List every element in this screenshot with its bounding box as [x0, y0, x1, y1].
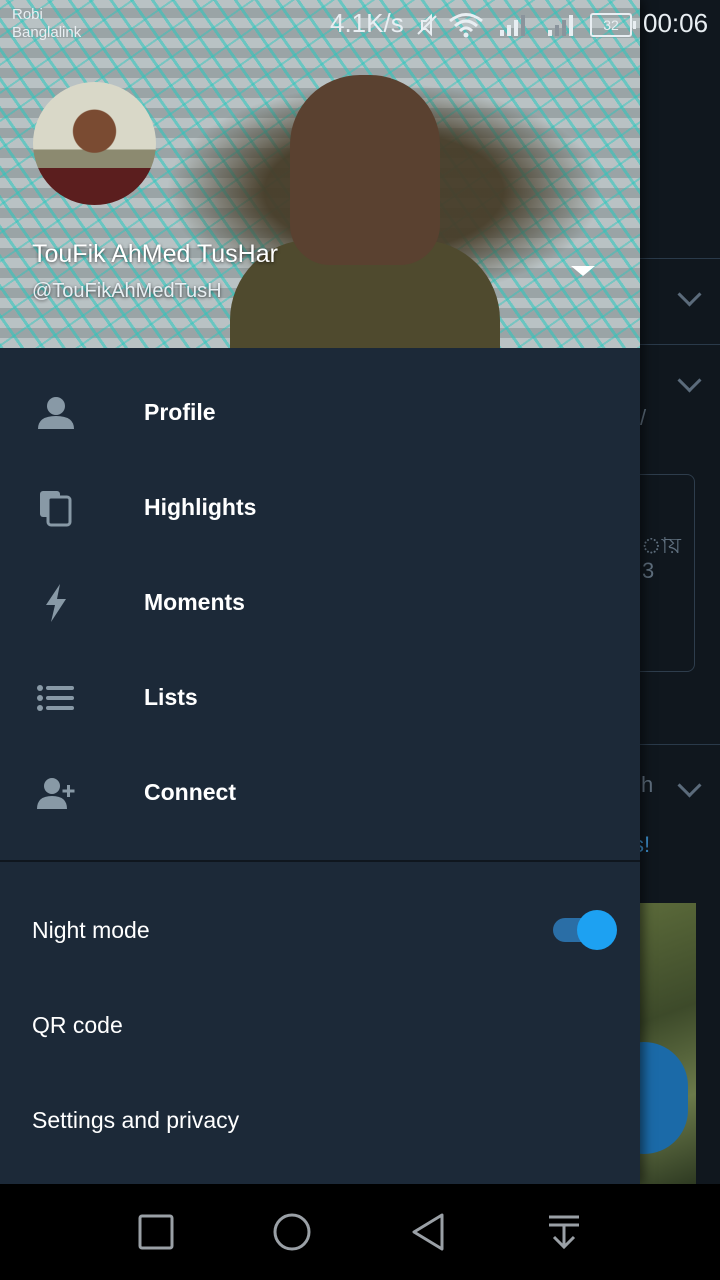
background-text: 3	[642, 558, 655, 583]
carrier-label: Robi Banglalink	[12, 6, 81, 42]
background-text: h	[641, 772, 654, 797]
chevron-down-icon	[677, 773, 702, 798]
menu-item-profile[interactable]: Profile	[0, 365, 640, 460]
settings-privacy-label: Settings and privacy	[32, 1107, 240, 1133]
navigation-drawer: TouFik AhMed TusHar @TouFikAhMedTusH Pro…	[0, 0, 640, 1184]
menu-item-label: Moments	[144, 589, 245, 615]
background-text: /	[640, 405, 647, 430]
header-photo	[290, 75, 440, 265]
menu-item-label: Lists	[144, 684, 198, 710]
notification-pull-icon[interactable]	[544, 1212, 584, 1252]
person-icon	[38, 397, 74, 429]
chevron-down-icon	[677, 368, 702, 393]
status-bar: Robi Banglalink 4.1K/s 32 00:06	[0, 0, 720, 48]
list-icon	[37, 685, 74, 711]
wifi-icon	[449, 13, 483, 38]
menu-item-lists[interactable]: Lists	[0, 650, 640, 745]
avatar[interactable]	[33, 82, 156, 205]
battery-indicator: 32	[590, 13, 636, 37]
night-mode-label: Night mode	[32, 917, 150, 943]
menu-item-highlights[interactable]: Highlights	[0, 460, 640, 555]
signal-icon	[500, 15, 525, 36]
network-speed: 4.1K/s	[330, 8, 404, 38]
recent-apps-icon[interactable]	[136, 1212, 176, 1252]
highlights-icon	[40, 491, 72, 527]
home-icon[interactable]	[272, 1212, 312, 1252]
menu-item-label: Connect	[144, 779, 236, 805]
menu-item-connect[interactable]: Connect	[0, 745, 640, 840]
settings-privacy-item[interactable]: Settings and privacy	[0, 1073, 640, 1168]
divider	[0, 860, 640, 862]
chevron-down-icon	[677, 282, 702, 307]
vibrate-mute-icon	[417, 13, 437, 37]
night-mode-item[interactable]: Night mode	[0, 883, 640, 978]
system-nav-bar	[0, 1184, 720, 1280]
toggle-knob	[577, 910, 617, 950]
account-name[interactable]: TouFik AhMed TusHar	[32, 240, 278, 269]
menu-item-label: Profile	[144, 399, 216, 425]
lightning-icon	[46, 584, 66, 622]
carrier-line: Banglalink	[12, 24, 82, 41]
clock: 00:06	[643, 8, 709, 38]
account-switcher-icon[interactable]	[571, 266, 595, 276]
profile-header: TouFik AhMed TusHar @TouFikAhMedTusH	[0, 0, 640, 348]
menu-item-moments[interactable]: Moments	[0, 555, 640, 650]
account-handle[interactable]: @TouFikAhMedTusH	[32, 280, 222, 303]
background-row	[640, 258, 720, 345]
background-toolbar	[640, 48, 720, 259]
menu-item-label: Highlights	[144, 494, 257, 520]
signal-icon-2	[548, 15, 573, 36]
carrier-line: Robi	[12, 6, 43, 23]
night-mode-toggle[interactable]	[553, 910, 617, 950]
back-icon[interactable]	[408, 1212, 448, 1252]
qr-code-label: QR code	[32, 1012, 123, 1038]
qr-code-item[interactable]: QR code	[0, 978, 640, 1073]
person-add-icon	[37, 778, 75, 809]
